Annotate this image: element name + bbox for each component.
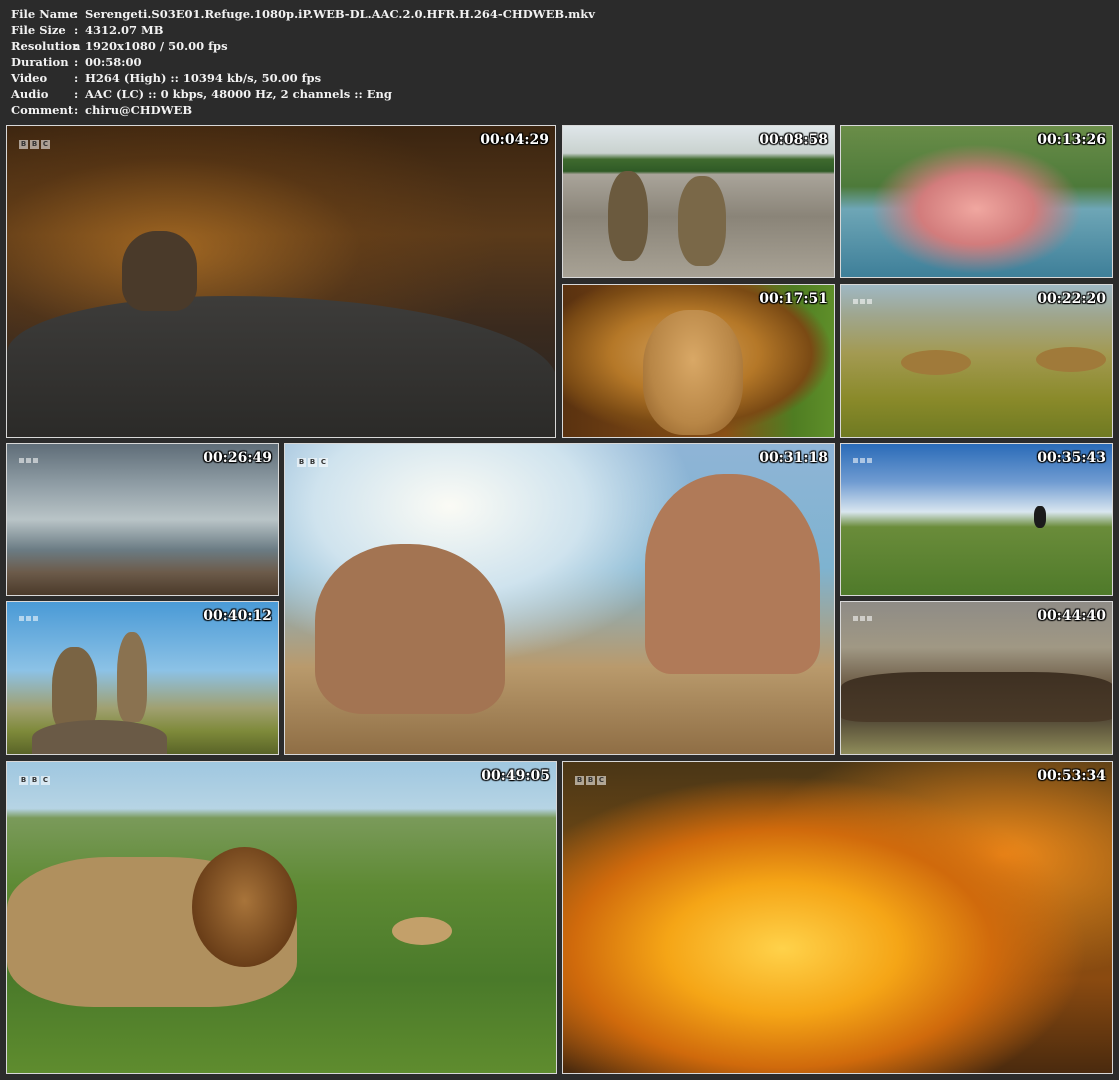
thumbnail-timestamp: 00:04:29 bbox=[480, 132, 549, 148]
thumbnail-timestamp: 00:49:05 bbox=[481, 768, 550, 784]
bbc-logo: BBC bbox=[297, 458, 328, 467]
bbc-logo: BBC bbox=[19, 616, 38, 621]
thumbnail-timestamp: 00:17:51 bbox=[759, 291, 828, 307]
lion-cubs bbox=[392, 917, 452, 945]
info-separator: : bbox=[74, 39, 79, 53]
file-info-panel: File Name : Serengeti.S03E01.Refuge.1080… bbox=[11, 6, 595, 118]
thumbnail-grass-fire[interactable]: BBC 00:53:34 bbox=[562, 761, 1113, 1074]
bbc-logo: BBC bbox=[575, 776, 606, 785]
thumbnail-timestamp: 00:13:26 bbox=[1037, 132, 1106, 148]
baboon-silhouette bbox=[122, 231, 197, 311]
thumbnail-baboons-standing[interactable]: BBC 00:40:12 bbox=[6, 601, 279, 755]
thumbnail-lake-flamingos[interactable]: BBC 00:26:49 bbox=[6, 443, 279, 596]
bbc-logo: BBC bbox=[19, 140, 50, 149]
thumbnail-elephants[interactable]: BBC 00:31:18 bbox=[284, 443, 835, 755]
info-key: Audio bbox=[11, 87, 49, 101]
thumbnail-timestamp: 00:26:49 bbox=[203, 450, 272, 466]
info-separator: : bbox=[74, 103, 79, 117]
thumbnail-timestamp: 00:22:20 bbox=[1037, 291, 1106, 307]
thumbnail-lion-grassland[interactable]: BBC 00:49:05 bbox=[6, 761, 557, 1074]
thumbnail-flamingos[interactable]: 00:13:26 bbox=[840, 125, 1113, 278]
thumbnail-timestamp: 00:35:43 bbox=[1037, 450, 1106, 466]
rock bbox=[32, 720, 167, 754]
thumbnail-baboon-dusk[interactable]: BBC 00:04:29 bbox=[6, 125, 556, 438]
info-key: Video bbox=[11, 71, 48, 85]
info-separator: : bbox=[74, 55, 79, 69]
info-value: H264 (High) :: 10394 kb/s, 50.00 fps bbox=[85, 71, 322, 85]
thumbnail-cheetahs[interactable]: BBC 00:22:20 bbox=[840, 284, 1113, 438]
wildebeest-herd bbox=[841, 672, 1112, 722]
thumbnail-wildebeest[interactable]: BBC 00:44:40 bbox=[840, 601, 1113, 755]
info-separator: : bbox=[74, 23, 79, 37]
info-value: 00:58:00 bbox=[85, 55, 142, 69]
info-value: Serengeti.S03E01.Refuge.1080p.iP.WEB-DL.… bbox=[85, 7, 595, 21]
thumbnail-timestamp: 00:40:12 bbox=[203, 608, 272, 624]
info-row-video: Video : H264 (High) :: 10394 kb/s, 50.00… bbox=[11, 70, 595, 86]
owl-left bbox=[608, 171, 648, 261]
info-row-comment: Comment : chiru@CHDWEB bbox=[11, 102, 595, 118]
thumbnail-owls[interactable]: 00:08:58 bbox=[562, 125, 835, 278]
thumbnail-timestamp: 00:44:40 bbox=[1037, 608, 1106, 624]
info-key: File Name bbox=[11, 7, 77, 21]
elephant-left bbox=[315, 544, 505, 714]
info-key: Duration bbox=[11, 55, 69, 69]
bbc-logo: BBC bbox=[853, 616, 872, 621]
info-separator: : bbox=[74, 7, 79, 21]
thumbnail-timestamp: 00:08:58 bbox=[759, 132, 828, 148]
bbc-logo: BBC bbox=[853, 299, 872, 304]
lion-mane bbox=[192, 847, 297, 967]
info-key: Comment bbox=[11, 103, 74, 117]
thumbnail-timestamp: 00:31:18 bbox=[759, 450, 828, 466]
info-value: 4312.07 MB bbox=[85, 23, 164, 37]
info-key: Resolution bbox=[11, 39, 81, 53]
cheetah bbox=[1036, 347, 1106, 372]
cheetah bbox=[901, 350, 971, 375]
lion-face bbox=[643, 310, 743, 435]
owl-right bbox=[678, 176, 726, 266]
baboon bbox=[117, 632, 147, 722]
info-row-file-name: File Name : Serengeti.S03E01.Refuge.1080… bbox=[11, 6, 595, 22]
thumbnail-timestamp: 00:53:34 bbox=[1037, 768, 1106, 784]
bbc-logo: BBC bbox=[19, 458, 38, 463]
bbc-logo: BBC bbox=[853, 458, 872, 463]
info-row-resolution: Resolution : 1920x1080 / 50.00 fps bbox=[11, 38, 595, 54]
thumbnail-lion-face[interactable]: 00:17:51 bbox=[562, 284, 835, 438]
info-row-file-size: File Size : 4312.07 MB bbox=[11, 22, 595, 38]
info-key: File Size bbox=[11, 23, 66, 37]
info-separator: : bbox=[74, 71, 79, 85]
ostrich bbox=[1034, 506, 1046, 528]
info-value: chiru@CHDWEB bbox=[85, 103, 193, 117]
thumbnail-ostrich[interactable]: BBC 00:35:43 bbox=[840, 443, 1113, 596]
info-row-audio: Audio : AAC (LC) :: 0 kbps, 48000 Hz, 2 … bbox=[11, 86, 595, 102]
elephant-right bbox=[645, 474, 820, 674]
bbc-logo: BBC bbox=[19, 776, 50, 785]
info-separator: : bbox=[74, 87, 79, 101]
info-value: 1920x1080 / 50.00 fps bbox=[85, 39, 228, 53]
rock-foreground bbox=[7, 296, 555, 437]
info-value: AAC (LC) :: 0 kbps, 48000 Hz, 2 channels… bbox=[85, 87, 392, 101]
info-row-duration: Duration : 00:58:00 bbox=[11, 54, 595, 70]
